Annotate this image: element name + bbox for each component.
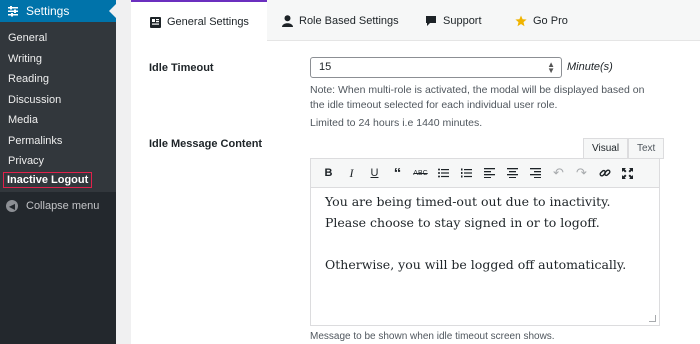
- idle-timeout-value: 15: [319, 61, 332, 73]
- tab-general-settings-label: General Settings: [167, 16, 249, 28]
- sidebar-item-reading[interactable]: Reading: [8, 73, 49, 85]
- idle-timeout-note: Note: When multi-role is activated, the …: [310, 84, 645, 111]
- tab-support-label: Support: [443, 14, 482, 27]
- idle-timeout-limit-note: Limited to 24 hours i.e 1440 minutes.: [310, 117, 483, 129]
- align-center-icon[interactable]: [501, 162, 524, 185]
- message-editor: B I U “ ABC ↶ ↷ You are being timed-out …: [310, 158, 660, 326]
- collapse-arrow-icon: ◀: [6, 200, 18, 212]
- tab-general-settings[interactable]: General Settings: [131, 0, 267, 42]
- grid-icon: [149, 16, 161, 28]
- editor-content[interactable]: You are being timed-out out due to inact…: [325, 191, 645, 275]
- idle-timeout-select[interactable]: 15 ▲ ▼: [310, 57, 562, 78]
- tab-role-based-settings[interactable]: Role Based Settings: [281, 0, 399, 41]
- message-paragraph-1: You are being timed-out out due to inact…: [325, 194, 611, 230]
- admin-sidebar: Settings General Writing Reading Discuss…: [0, 0, 116, 344]
- idle-message-hint: Message to be shown when idle timeout sc…: [310, 331, 555, 342]
- redo-icon[interactable]: ↷: [570, 162, 593, 185]
- settings-tabs: General Settings Role Based Settings Sup…: [131, 0, 700, 42]
- settings-submenu: General Writing Reading Discussion Media…: [0, 22, 116, 192]
- chat-icon: [425, 15, 437, 27]
- strikethrough-icon[interactable]: ABC: [409, 162, 432, 185]
- settings-menu-header[interactable]: Settings: [0, 0, 116, 22]
- user-icon: [281, 14, 293, 27]
- idle-timeout-unit: Minute(s): [567, 61, 613, 73]
- sidebar-item-inactive-logout[interactable]: Inactive Logout: [3, 172, 93, 188]
- tab-go-pro-label: Go Pro: [533, 14, 568, 27]
- numbered-list-icon[interactable]: [455, 162, 478, 185]
- star-icon: [515, 15, 527, 27]
- sidebar-item-permalinks[interactable]: Permalinks: [8, 135, 62, 147]
- bullet-list-icon[interactable]: [432, 162, 455, 185]
- tab-go-pro[interactable]: Go Pro: [515, 0, 568, 41]
- sidebar-item-writing[interactable]: Writing: [8, 53, 42, 65]
- underline-icon[interactable]: U: [363, 162, 386, 185]
- blockquote-icon[interactable]: “: [386, 162, 409, 185]
- current-menu-arrow: [109, 4, 116, 18]
- editor-toolbar: B I U “ ABC ↶ ↷: [311, 159, 659, 188]
- collapse-menu-button[interactable]: ◀ Collapse menu: [6, 200, 99, 212]
- tab-text[interactable]: Text: [628, 138, 665, 159]
- settings-menu-label: Settings: [26, 4, 70, 18]
- link-icon[interactable]: [593, 162, 616, 185]
- updown-chevron-icon: ▲ ▼: [547, 60, 555, 75]
- tab-support[interactable]: Support: [425, 0, 482, 41]
- tab-role-based-settings-label: Role Based Settings: [299, 14, 399, 27]
- sidebar-item-media[interactable]: Media: [8, 114, 38, 126]
- fullscreen-icon[interactable]: [616, 162, 639, 185]
- message-paragraph-2: Otherwise, you will be logged off automa…: [325, 257, 627, 272]
- tab-visual[interactable]: Visual: [583, 138, 629, 159]
- sliders-icon: [6, 4, 20, 18]
- italic-icon[interactable]: I: [340, 162, 363, 185]
- undo-icon[interactable]: ↶: [547, 162, 570, 185]
- align-right-icon[interactable]: [524, 162, 547, 185]
- resize-handle[interactable]: [649, 315, 656, 322]
- idle-message-label: Idle Message Content: [149, 138, 263, 150]
- bold-icon[interactable]: B: [317, 162, 340, 185]
- collapse-menu-label: Collapse menu: [26, 200, 100, 212]
- sidebar-item-privacy[interactable]: Privacy: [8, 155, 44, 167]
- idle-timeout-label: Idle Timeout: [149, 62, 214, 74]
- sidebar-item-general[interactable]: General: [8, 32, 47, 44]
- sidebar-item-discussion[interactable]: Discussion: [8, 94, 61, 106]
- align-left-icon[interactable]: [478, 162, 501, 185]
